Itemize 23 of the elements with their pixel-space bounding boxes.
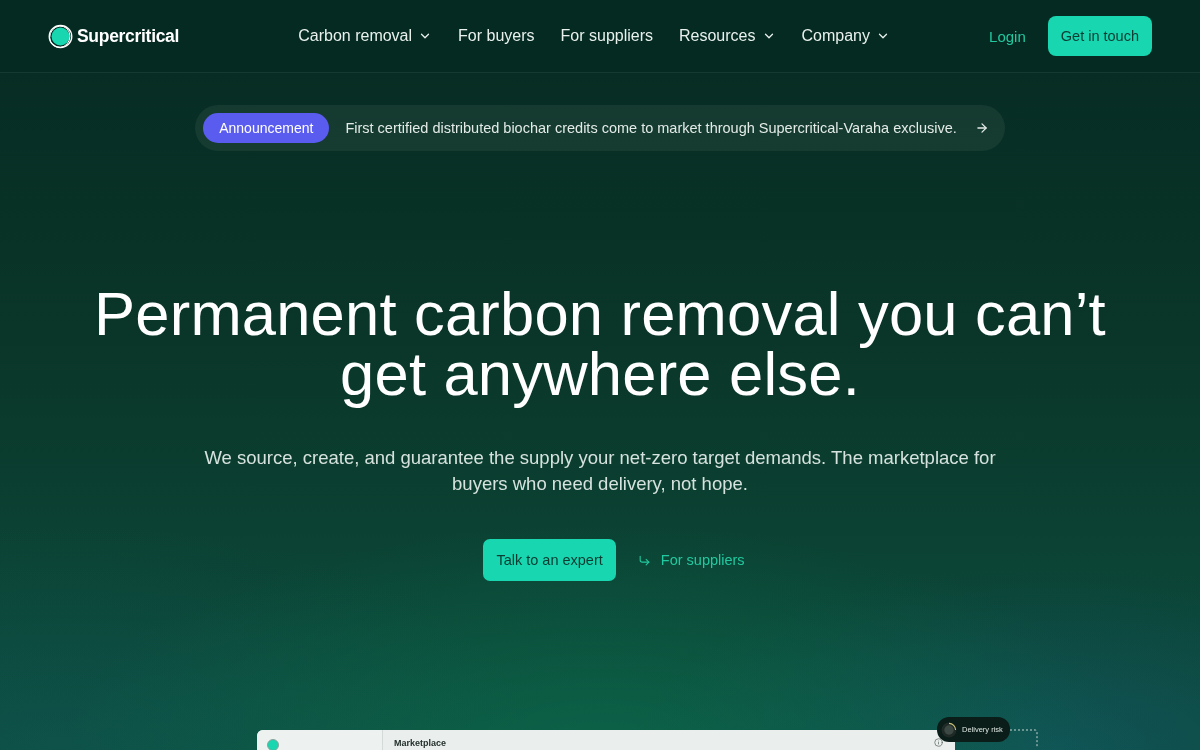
for-suppliers-link[interactable]: For suppliers (637, 552, 745, 568)
nav-item[interactable]: Company (801, 27, 890, 45)
announcement-text: First certified distributed biochar credits come to market through Supercritical-Varaha exclusive. (345, 120, 957, 136)
preview-title: Marketplace (394, 738, 447, 750)
talk-to-expert-button[interactable]: Talk to an expert (483, 539, 616, 581)
announcement-bar[interactable]: Announcement First certified distributed biochar credits come to market through Supercritical-Varaha exclusive. (195, 105, 1005, 151)
get-in-touch-button[interactable]: Get in touch (1047, 16, 1152, 56)
announcement-badge: Announcement (203, 113, 330, 143)
logo-text: Supercritical (77, 25, 180, 47)
ring-gauge-icon (941, 721, 957, 738)
corner-arrow-icon (637, 553, 651, 567)
nav-item[interactable]: Resources (679, 27, 776, 45)
nav-item[interactable]: Carbon removal (298, 27, 433, 45)
logo[interactable]: Supercritical (48, 23, 180, 49)
preview-logo-icon (267, 739, 279, 750)
nav-item[interactable]: For buyers (458, 27, 535, 45)
arrow-right-icon (974, 121, 989, 135)
login-link[interactable]: Login (989, 27, 1026, 45)
hero-subtitle: We source, create, and guarantee the supply your net-zero target demands. The marketplace for buyers who need delivery, not hope. (203, 446, 997, 496)
nav-item[interactable]: For suppliers (560, 27, 653, 45)
info-icon (934, 738, 943, 747)
logo-icon (48, 23, 73, 49)
dashed-connector-line (1009, 729, 1038, 747)
